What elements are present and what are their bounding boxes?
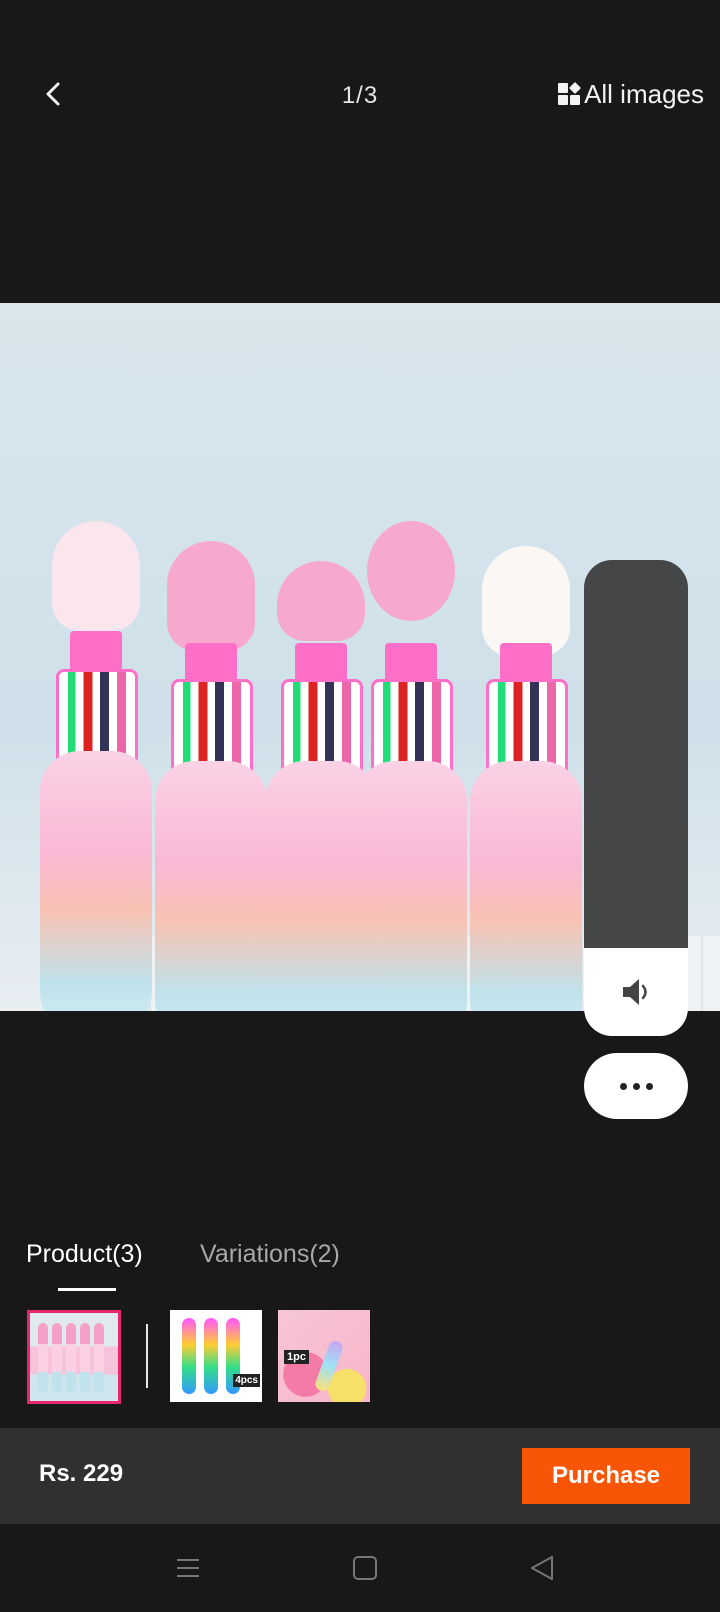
image-tabs: Product(3) Variations(2) [0, 1236, 720, 1296]
thumbnail-badge: 1pc [284, 1350, 309, 1364]
grid-icon [558, 81, 582, 105]
speaker-icon [623, 979, 647, 1005]
donut-pen [355, 411, 467, 1011]
thumbnail-badge: 4pcs [233, 1374, 260, 1387]
nav-menu-button[interactable] [168, 1548, 208, 1588]
back-triangle-icon [531, 1556, 553, 1580]
active-tab-indicator [58, 1288, 116, 1291]
mermaid-pen [155, 411, 267, 1011]
all-images-label: All images [584, 78, 704, 109]
thumbnail-2[interactable]: 4pcs [170, 1310, 262, 1402]
home-square-icon [353, 1556, 377, 1580]
more-options-button[interactable] [584, 1053, 688, 1119]
thumbnail-divider [146, 1324, 148, 1388]
more-dots-icon [619, 1082, 627, 1090]
thumbnail-3[interactable]: 1pc [278, 1310, 370, 1402]
chevron-left-icon [46, 82, 60, 106]
thumbnail-1[interactable] [27, 1310, 121, 1404]
system-nav-bar [0, 1524, 720, 1612]
thumbnail-strip: 4pcs 1pc [0, 1310, 720, 1406]
tab-product[interactable]: Product(3) [26, 1240, 143, 1269]
purchase-button[interactable]: Purchase [522, 1448, 690, 1504]
price-label: Rs. 229 [39, 1460, 124, 1487]
top-bar: 1/3 All images [0, 0, 720, 200]
mute-button[interactable] [584, 948, 688, 1036]
purchase-bar: Rs. 229 Purchase [0, 1428, 720, 1524]
all-images-button[interactable]: All images [558, 74, 704, 114]
tab-variations[interactable]: Variations(2) [200, 1240, 340, 1269]
nav-home-button[interactable] [345, 1548, 385, 1588]
nav-back-button[interactable] [522, 1548, 562, 1588]
unicorn-pen-1 [40, 411, 152, 1011]
menu-icon [177, 1559, 199, 1577]
media-side-panel [584, 560, 688, 1036]
unicorn-pen-2 [470, 411, 582, 1011]
volume-slider-track[interactable] [584, 560, 688, 948]
back-button[interactable] [36, 74, 72, 114]
